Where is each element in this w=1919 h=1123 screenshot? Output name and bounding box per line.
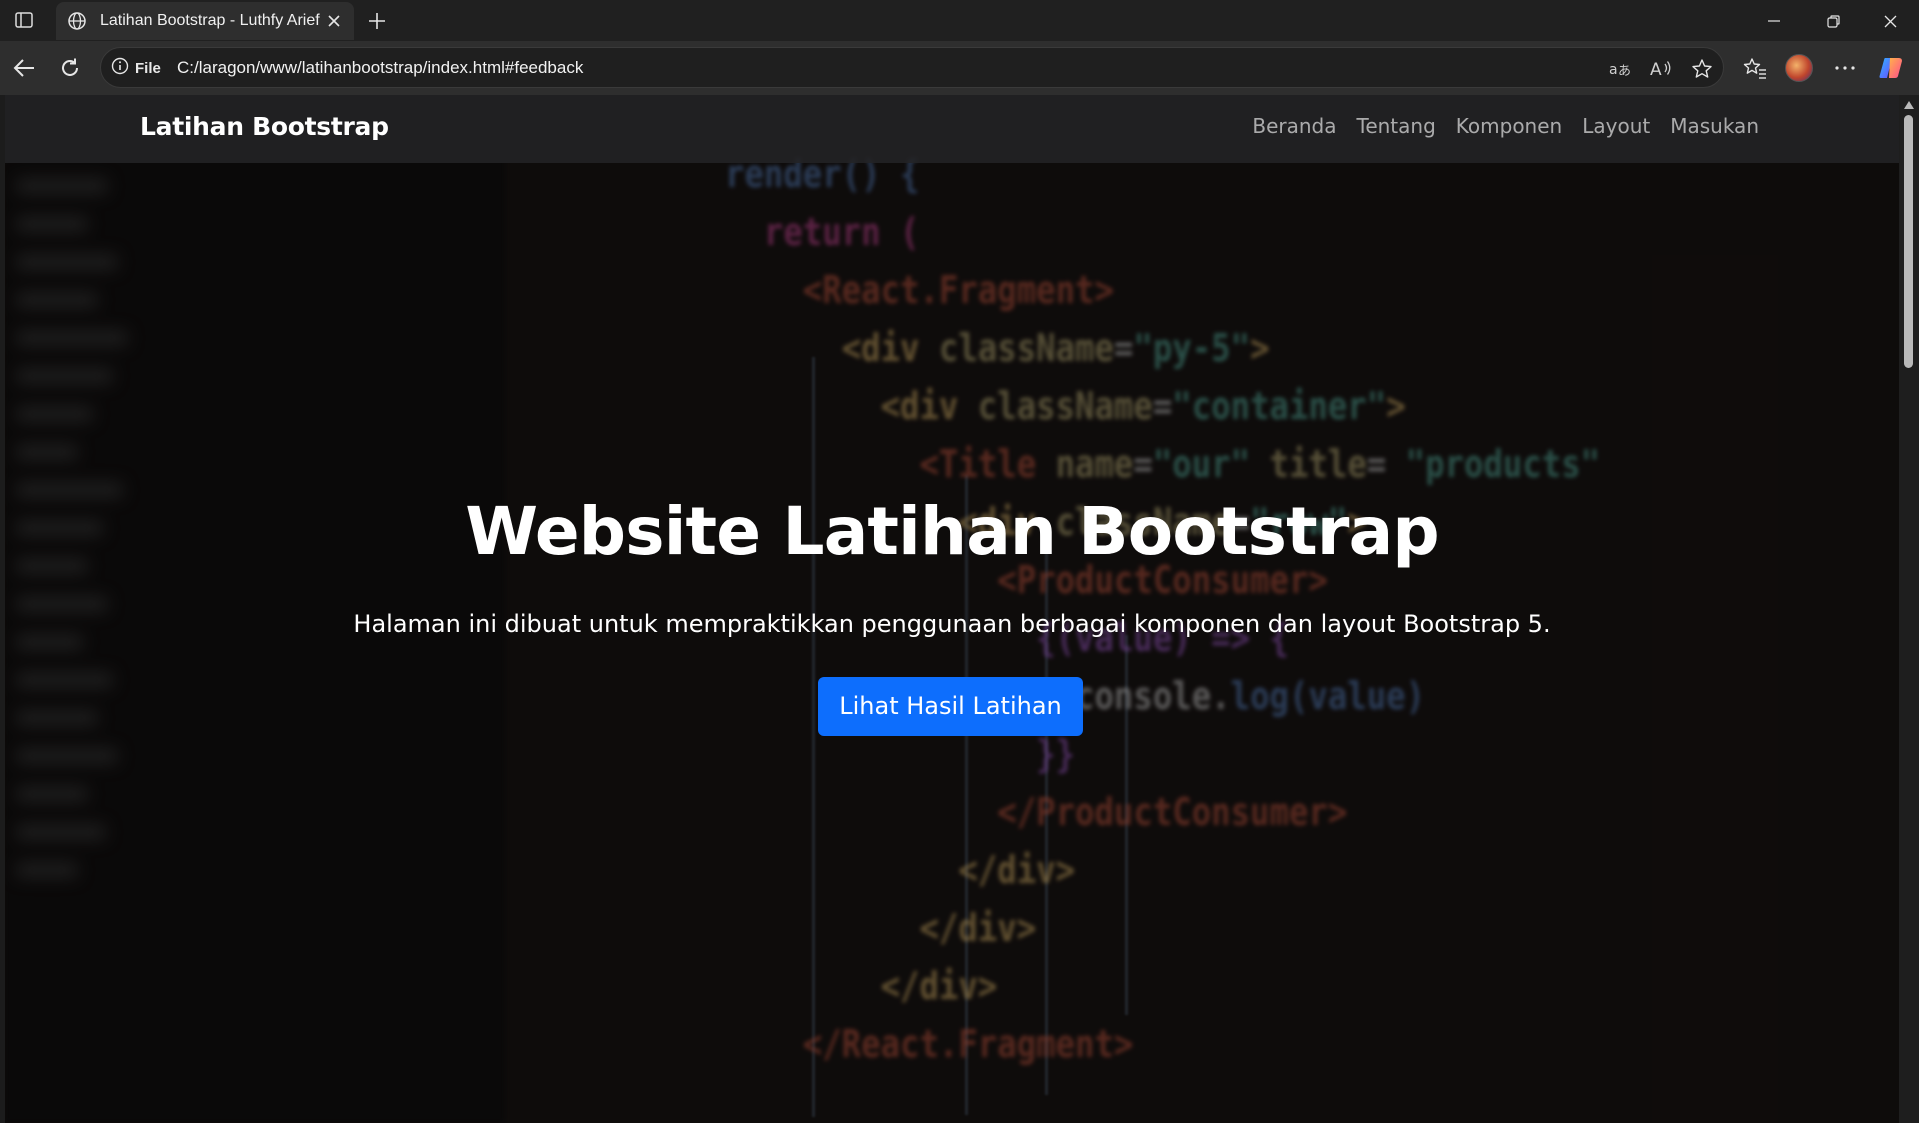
favorites-icon[interactable]: [1740, 53, 1770, 83]
page-viewport: render() { return ( <React.Fragment> <di…: [5, 95, 1899, 1123]
browser-toolbar: File C:/laragon/www/latihanbootstrap/ind…: [0, 41, 1919, 95]
scrollbar-thumb[interactable]: [1904, 115, 1913, 368]
close-icon[interactable]: [324, 11, 344, 31]
hero-cta-button[interactable]: Lihat Hasil Latihan: [818, 677, 1083, 736]
address-bar[interactable]: File C:/laragon/www/latihanbootstrap/ind…: [100, 47, 1724, 88]
page-scrollbar[interactable]: [1899, 95, 1919, 1123]
translate-icon[interactable]: aあ: [1608, 57, 1632, 81]
tab-strip: Latihan Bootstrap - Luthfy Arief: [0, 0, 1919, 41]
profile-avatar-icon[interactable]: [1784, 53, 1814, 83]
copilot-icon[interactable]: [1876, 53, 1906, 83]
svg-text:あ: あ: [1618, 64, 1631, 78]
refresh-icon[interactable]: [55, 53, 85, 83]
hero-section: Website Latihan Bootstrap Halaman ini di…: [5, 95, 1899, 1123]
active-tab[interactable]: Latihan Bootstrap - Luthfy Arief: [56, 2, 354, 40]
site-info-button[interactable]: File: [111, 57, 161, 79]
read-aloud-icon[interactable]: A: [1649, 57, 1673, 81]
svg-text:a: a: [1609, 62, 1618, 78]
hero-title: Website Latihan Bootstrap: [465, 493, 1439, 570]
tab-title: Latihan Bootstrap - Luthfy Arief: [100, 12, 320, 29]
window-close-icon[interactable]: [1867, 8, 1913, 34]
site-info-label: File: [135, 59, 161, 77]
back-arrow-icon[interactable]: [9, 53, 39, 83]
url-text[interactable]: C:/laragon/www/latihanbootstrap/index.ht…: [177, 58, 583, 78]
globe-icon: [66, 10, 88, 32]
star-icon[interactable]: [1690, 57, 1714, 81]
scroll-up-arrow-icon[interactable]: [1904, 101, 1914, 109]
sidebar-toggle-icon[interactable]: [12, 9, 36, 31]
minimize-icon[interactable]: [1751, 8, 1797, 34]
restore-icon[interactable]: [1810, 8, 1856, 34]
plus-icon[interactable]: [364, 8, 390, 34]
more-icon[interactable]: [1830, 53, 1860, 83]
hero-subtitle: Halaman ini dibuat untuk mempraktikkan p…: [353, 610, 1551, 638]
svg-text:A: A: [1650, 60, 1662, 79]
info-icon: [111, 57, 129, 79]
